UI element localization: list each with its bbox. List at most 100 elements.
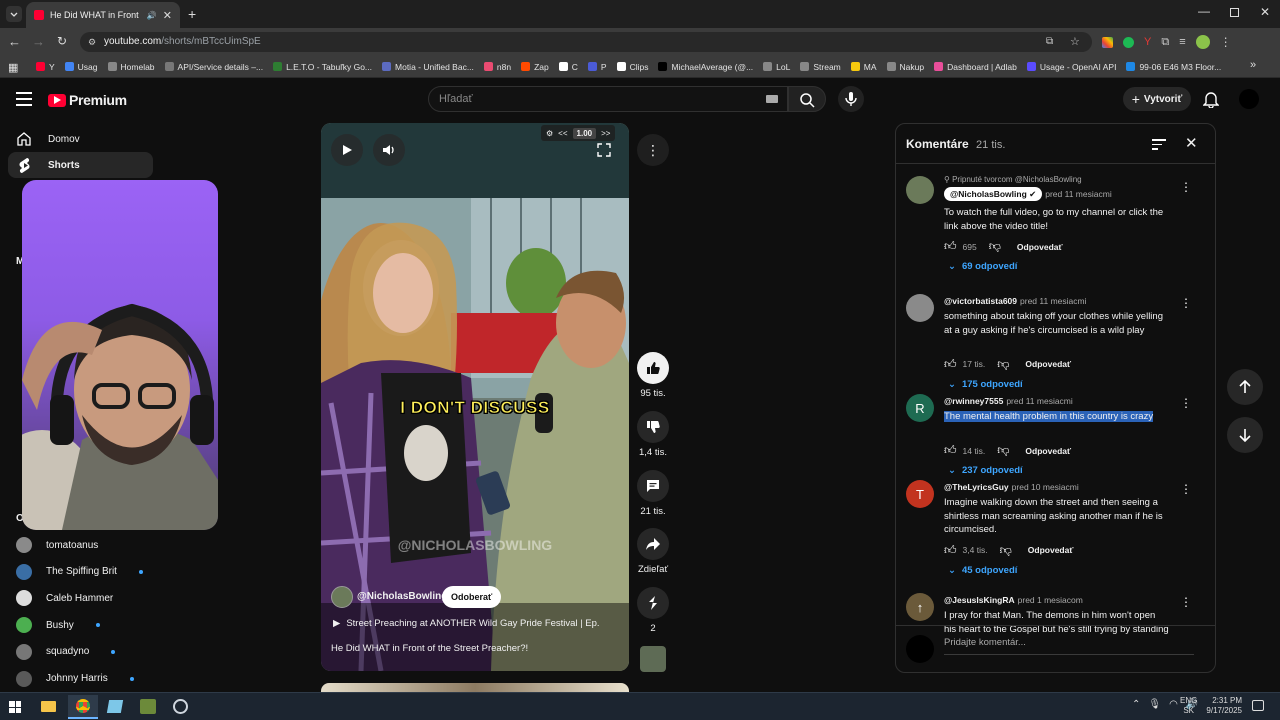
nav-shorts[interactable]: Shorts — [8, 152, 153, 178]
browser-tab-active[interactable]: He Did WHAT in Front of the 🔊 ✕ — [26, 2, 180, 28]
fullscreen-icon[interactable] — [597, 143, 611, 157]
speed-down-button[interactable]: << — [558, 129, 567, 138]
forward-icon[interactable]: → — [32, 34, 45, 49]
view-replies-button[interactable]: ⌄ 175 odpovedí — [948, 379, 1023, 390]
comment-author[interactable]: @JesusIsKingRA pred 1 mesiacom — [944, 595, 1083, 605]
subscription-item[interactable]: squadyno — [16, 643, 116, 660]
comment-menu-icon[interactable]: ⋮ — [1180, 396, 1192, 410]
speed-settings-icon[interactable]: ⚙ — [546, 129, 553, 138]
wifi-icon[interactable]: ◠ — [1169, 699, 1178, 710]
bookmark-item[interactable]: MA — [850, 62, 877, 72]
bookmark-item[interactable]: Motia - Unified Bac... — [382, 62, 474, 72]
bookmark-item[interactable]: Homelab — [107, 62, 155, 72]
bookmark-item[interactable]: Y — [36, 62, 55, 72]
comments-button[interactable] — [637, 470, 669, 502]
nav-home[interactable]: Domov — [0, 126, 145, 152]
app-taskbar-icon-2[interactable] — [140, 699, 156, 714]
playlist-link[interactable]: ▶ Street Preaching at ANOTHER Wild Gay P… — [333, 618, 600, 629]
comment-reply-button[interactable]: Odpovedať — [1028, 545, 1074, 555]
browser-menu-icon[interactable]: ⋮ — [1220, 35, 1232, 49]
site-info-icon[interactable]: ⚙ — [88, 32, 96, 52]
bookmark-item[interactable]: Usage - OpenAI API — [1026, 62, 1116, 72]
comment-menu-icon[interactable]: ⋮ — [1180, 482, 1192, 496]
bookmark-item[interactable]: Stream — [800, 62, 841, 72]
comment-menu-icon[interactable]: ⋮ — [1180, 180, 1192, 194]
mic-tray-icon[interactable]: 🎙 — [1148, 699, 1161, 710]
input-language[interactable]: ENG SK — [1180, 696, 1197, 716]
comment-author[interactable]: @rwinney7555 pred 11 mesiacmi — [944, 396, 1073, 406]
bookmark-item[interactable]: C — [558, 62, 578, 72]
bookmark-item[interactable]: Nakup — [886, 62, 924, 72]
subscription-item[interactable]: Bushy — [16, 617, 100, 634]
previous-short-button[interactable] — [1227, 369, 1263, 405]
channel-avatar[interactable] — [331, 586, 353, 608]
sort-comments-icon[interactable] — [1152, 139, 1166, 150]
tab-search-button[interactable] — [6, 6, 22, 22]
bookmark-item[interactable]: MichaelAverage (@... — [658, 62, 753, 72]
youtube-premium-logo[interactable]: Premium — [48, 92, 127, 108]
back-icon[interactable]: ← — [8, 34, 21, 49]
address-bar[interactable]: ⚙ youtube.com/shorts/mBTccUimSpE ⧉ ☆ — [80, 32, 1092, 52]
remix-button[interactable] — [637, 587, 669, 619]
comment-author[interactable]: @TheLyricsGuy pred 10 mesiacmi — [944, 482, 1079, 492]
reload-icon[interactable]: ↻ — [57, 34, 67, 48]
short-title[interactable]: He Did WHAT in Front of the Street Preac… — [331, 643, 528, 654]
comment-dislike-icon[interactable]: 👎︎ — [997, 443, 1009, 458]
share-button[interactable] — [637, 528, 669, 560]
account-avatar[interactable] — [1239, 89, 1259, 109]
sound-thumbnail[interactable] — [640, 646, 666, 672]
guide-menu-icon[interactable] — [16, 92, 32, 106]
bookmark-item[interactable]: Clips — [616, 62, 648, 72]
comment-avatar[interactable] — [906, 176, 934, 204]
bookmark-item[interactable]: LoL — [763, 62, 790, 72]
window-close-button[interactable]: ✕ — [1260, 5, 1270, 19]
view-replies-button[interactable]: ⌄ 45 odpovedí — [948, 565, 1017, 576]
comment-author[interactable]: @victorbatista609 pred 11 mesiacmi — [944, 296, 1086, 306]
subscription-item[interactable]: Johnny Harris — [16, 670, 134, 687]
bookmark-item[interactable]: n8n — [483, 62, 511, 72]
bookmark-item[interactable]: Zap — [521, 62, 549, 72]
notifications-bell-icon[interactable] — [1203, 90, 1219, 108]
short-video-player[interactable]: ⚙ << 1.00 >> I DON'T DISCUSS @NICHOLASBO… — [321, 123, 629, 671]
bookmark-star-icon[interactable]: ☆ — [1070, 32, 1080, 52]
comment-like-icon[interactable]: 👍︎ — [944, 357, 957, 372]
bookmark-item[interactable]: L.E.T.O - Tabuľky Go... — [273, 62, 372, 72]
clock[interactable]: 2:31 PM 9/17/2025 — [1204, 696, 1242, 716]
comment-avatar[interactable]: ↑ — [906, 593, 934, 621]
comment-avatar[interactable]: T — [906, 480, 934, 508]
new-tab-button[interactable]: + — [188, 6, 196, 22]
search-button[interactable] — [788, 86, 826, 112]
volume-button[interactable] — [373, 134, 405, 166]
next-short-button[interactable] — [1227, 417, 1263, 453]
comment-dislike-icon[interactable]: 👎︎ — [997, 357, 1009, 372]
comment-dislike-icon[interactable]: 👎︎ — [989, 239, 1001, 254]
subscription-item[interactable]: The Spiffing Brit — [16, 563, 143, 580]
bookmark-item[interactable]: P — [587, 62, 607, 72]
comment-like-icon[interactable]: 👍︎ — [944, 443, 957, 458]
comment-reply-button[interactable]: Odpovedať — [1017, 242, 1063, 252]
bookmark-item[interactable]: Usag — [64, 62, 98, 72]
comment-avatar[interactable] — [906, 294, 934, 322]
window-minimize-button[interactable]: — — [1198, 4, 1210, 18]
add-comment-input[interactable]: Pridajte komentár... — [944, 635, 1194, 655]
app-taskbar-icon-3[interactable] — [173, 699, 188, 714]
extension-icon-3[interactable]: Y — [1144, 36, 1151, 48]
audio-playing-icon[interactable]: 🔊 — [147, 11, 157, 20]
comment-like-icon[interactable]: 👍︎ — [944, 543, 957, 558]
dislike-button[interactable] — [637, 411, 669, 443]
bookmark-item[interactable]: 99-06 E46 M3 Floor... — [1126, 62, 1221, 72]
window-restore-button[interactable] — [1230, 8, 1239, 17]
bookmark-item[interactable]: Dashboard | Adlab — [934, 62, 1017, 72]
view-replies-button[interactable]: ⌄ 237 odpovedí — [948, 465, 1023, 476]
comment-author[interactable]: @NicholasBowling ✔ pred 11 mesiacmi — [944, 187, 1112, 201]
like-button[interactable] — [637, 352, 669, 384]
comment-menu-icon[interactable]: ⋮ — [1180, 296, 1192, 310]
extension-icon-2[interactable] — [1123, 36, 1134, 48]
subscription-item[interactable]: Caleb Hammer — [16, 590, 113, 607]
more-options-button[interactable]: ⋮ — [637, 134, 669, 166]
create-button[interactable]: + Vytvoriť — [1123, 87, 1191, 111]
install-app-icon[interactable]: ⧉ — [1046, 32, 1053, 52]
speed-up-button[interactable]: >> — [601, 129, 610, 138]
subscribe-button[interactable]: Odoberať — [442, 586, 502, 608]
close-comments-icon[interactable]: ✕ — [1185, 134, 1198, 152]
